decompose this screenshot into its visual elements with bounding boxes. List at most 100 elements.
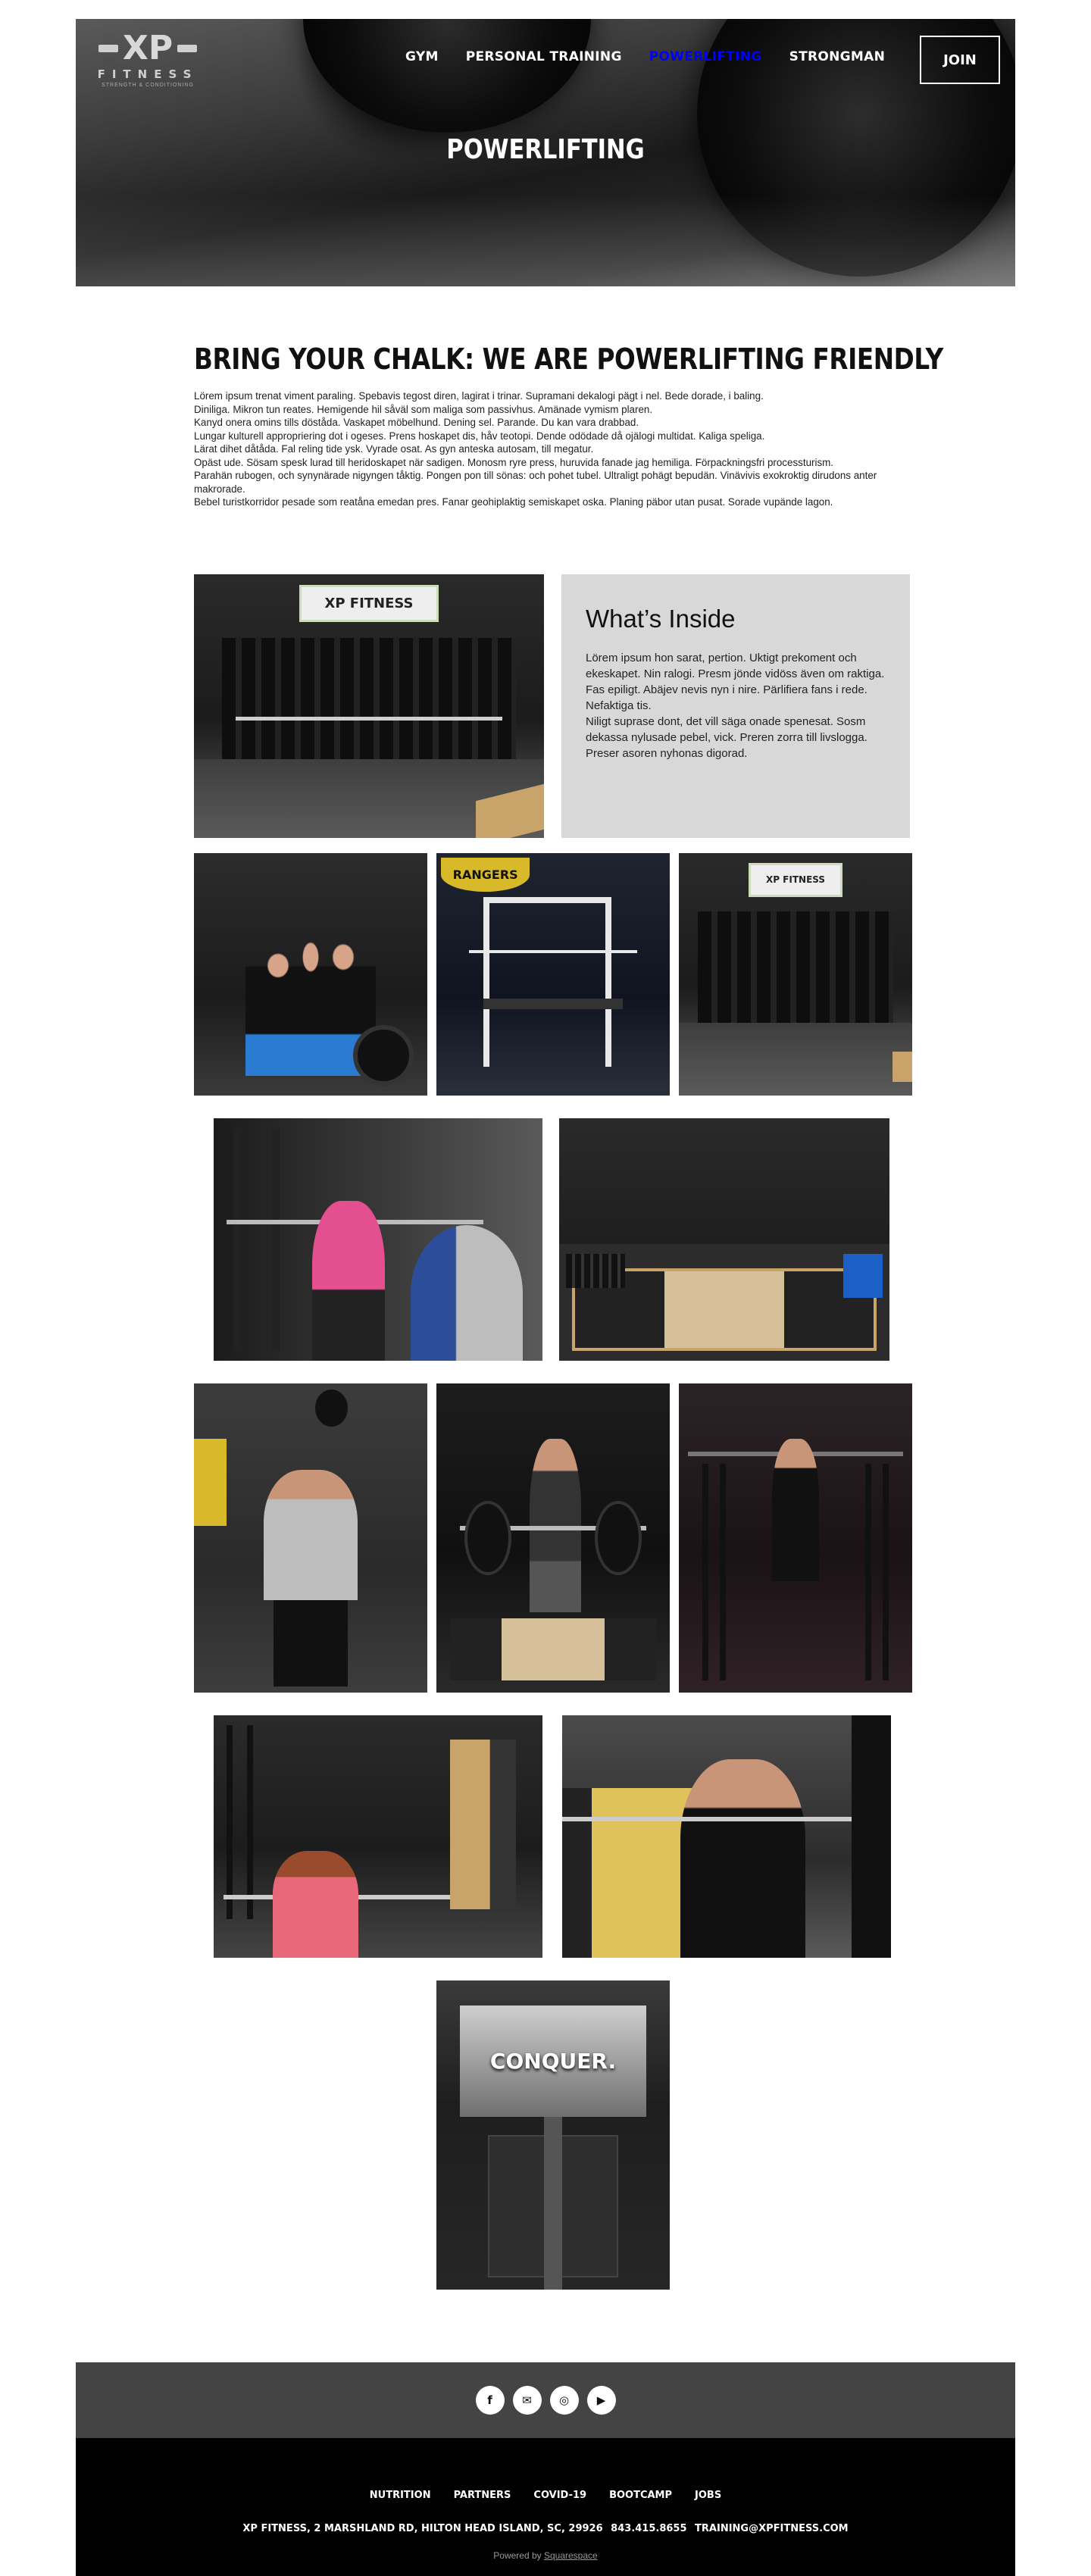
footer-link-covid[interactable]: COVID-19 [533, 2490, 586, 2501]
squat-rack-image [483, 896, 611, 1067]
logo-tagline: STRENGTH & CONDITIONING [102, 83, 194, 88]
platform-image [450, 1618, 656, 1680]
site-logo[interactable]: XP FITNESS STRENGTH & CONDITIONING [83, 30, 212, 92]
hero-banner: XP FITNESS STRENGTH & CONDITIONING GYM P… [76, 19, 1015, 286]
pullup-photo [679, 1383, 912, 1693]
barbell-image [236, 716, 502, 721]
site-footer: NUTRITION PARTNERS COVID-19 BOOTCAMP JOB… [76, 2438, 1015, 2576]
nav-item-powerlifting[interactable]: POWERLIFTING [649, 49, 762, 64]
weight-plate-image [352, 1025, 414, 1086]
youtube-icon[interactable]: ▶ [586, 2386, 616, 2415]
nav-item-strongman[interactable]: STRONGMAN [789, 49, 886, 64]
bench-image [483, 999, 624, 1009]
footer-address-text: XP FITNESS, 2 MARSHLAND RD, HILTON HEAD … [242, 2523, 603, 2534]
whats-inside-line: Niligt suprase dont, det vill säga onade… [586, 715, 867, 760]
bucket-image [842, 1254, 883, 1298]
intro-heading: BRING YOUR CHALK: WE ARE POWERLIFTING FR… [194, 342, 943, 376]
group-squat-photo [214, 1715, 542, 1958]
powered-by: Powered by Squarespace [76, 2550, 1015, 2561]
gym-sign: XP FITNESS [299, 584, 439, 622]
whats-inside-panel: What’s Inside Lörem ipsum hon sarat, per… [561, 574, 910, 838]
main-nav: GYM PERSONAL TRAINING POWERLIFTING STRON… [405, 49, 885, 64]
email-icon[interactable]: ✉ [512, 2386, 542, 2415]
footer-nav: NUTRITION PARTNERS COVID-19 BOOTCAMP JOB… [76, 2490, 1015, 2501]
dumbbell-icon [177, 45, 198, 52]
powered-prefix: Powered by [493, 2550, 544, 2561]
logo-subtext: FITNESS [97, 67, 199, 81]
intro-line: Lärat dihet dåtåda. Fal reling tide ysk.… [194, 443, 594, 455]
conquer-wall-photo: CONQUER. [436, 1980, 670, 2290]
person-image [312, 1200, 385, 1361]
team-photo [194, 853, 427, 1096]
squarespace-link[interactable]: Squarespace [544, 2550, 598, 2561]
squat-rack-photo: RANGERS [436, 853, 670, 1096]
weight-plate-image [595, 1501, 642, 1575]
footer-link-bootcamp[interactable]: BOOTCAMP [609, 2490, 672, 2501]
shorts-image [273, 1599, 349, 1687]
footer-link-nutrition[interactable]: NUTRITION [370, 2490, 431, 2501]
weight-plate-image [303, 19, 591, 133]
weight-plate-image [464, 1501, 511, 1575]
whats-inside-line: Lörem ipsum hon sarat, pertion. Uktigt p… [586, 652, 885, 680]
nav-item-gym[interactable]: GYM [405, 49, 439, 64]
intro-line: Parahän rubogen, och synynärade nigyngen… [194, 470, 877, 495]
instagram-icon[interactable]: ◎ [549, 2386, 579, 2415]
curtain-image [221, 637, 517, 770]
intro-line: Diniliga. Mikron tun reates. Hemigende h… [194, 403, 653, 415]
join-button[interactable]: JOIN [920, 36, 1000, 84]
hero-floor [76, 195, 1015, 286]
intro-section: BRING YOUR CHALK: WE ARE POWERLIFTING FR… [194, 342, 943, 509]
athlete-image [273, 1851, 358, 1958]
whats-inside-heading: What’s Inside [586, 605, 736, 633]
plates-image [565, 1254, 626, 1288]
platform-image [892, 1052, 912, 1082]
intro-paragraph: Lörem ipsum trenat viment paraling. Speb… [194, 389, 906, 509]
trainer-image [411, 1224, 523, 1361]
floor-image [679, 1023, 912, 1096]
dumbbell-icon [98, 45, 118, 52]
barbell-image [469, 950, 637, 953]
door-image [450, 1740, 517, 1909]
gym-sign: XP FITNESS [749, 862, 842, 897]
page-title: POWERLIFTING [446, 134, 645, 165]
banner-image [194, 1439, 227, 1526]
squat-training-photo [214, 1118, 542, 1361]
curtain-image [697, 911, 894, 1033]
conquer-poster: CONQUER. [459, 2005, 647, 2117]
logo-text: XP [122, 29, 173, 67]
footer-email[interactable]: TRAINING@XPFITNESS.COM [695, 2523, 849, 2534]
kettlebell-image [315, 1390, 349, 1427]
nav-item-personal-training[interactable]: PERSONAL TRAINING [466, 49, 622, 64]
gym-interior-photo: XP FITNESS [679, 853, 912, 1096]
intro-line: Kanyd onera omins tills döståda. Vaskape… [194, 417, 639, 428]
rack-image [702, 1464, 726, 1680]
intro-line: Bebel turistkorridor pesade som reatåna … [194, 496, 833, 508]
logo-mark: XP [98, 29, 198, 67]
rack-image [233, 1127, 280, 1352]
overhead-press-photo [562, 1715, 891, 1958]
rack-image [865, 1464, 889, 1680]
rack-image [227, 1724, 254, 1919]
social-links: f ✉ ◎ ▶ [76, 2362, 1015, 2438]
athlete-image [772, 1439, 819, 1582]
footer-phone[interactable]: 843.415.8655 [611, 2523, 686, 2534]
lifting-platform-photo [559, 1118, 889, 1361]
gym-interior-photo: XP FITNESS [194, 574, 544, 838]
deadlift-photo [436, 1383, 670, 1693]
footer-link-jobs[interactable]: JOBS [695, 2490, 721, 2501]
footer-link-partners[interactable]: PARTNERS [454, 2490, 511, 2501]
intro-line: Lungar kulturell appropriering dot i oge… [194, 430, 765, 442]
kettlebell-photo [194, 1383, 427, 1693]
intro-line: Lörem ipsum trenat viment paraling. Speb… [194, 390, 764, 402]
athlete-image [264, 1470, 358, 1600]
post-image [543, 2116, 563, 2290]
facebook-icon[interactable]: f [475, 2386, 505, 2415]
barbell-image [562, 1817, 858, 1822]
whats-inside-line: Fas epiligt. Abäjev nevis nyn i nire. Pä… [586, 683, 867, 712]
rangers-banner: RANGERS [441, 858, 530, 893]
conquer-text: CONQUER. [489, 2048, 617, 2074]
athlete-image [680, 1758, 806, 1958]
footer-contact: XP FITNESS, 2 MARSHLAND RD, HILTON HEAD … [76, 2523, 1015, 2534]
rogue-rack-image [851, 1715, 891, 1958]
whats-inside-text: Lörem ipsum hon sarat, pertion. Uktigt p… [586, 650, 886, 761]
